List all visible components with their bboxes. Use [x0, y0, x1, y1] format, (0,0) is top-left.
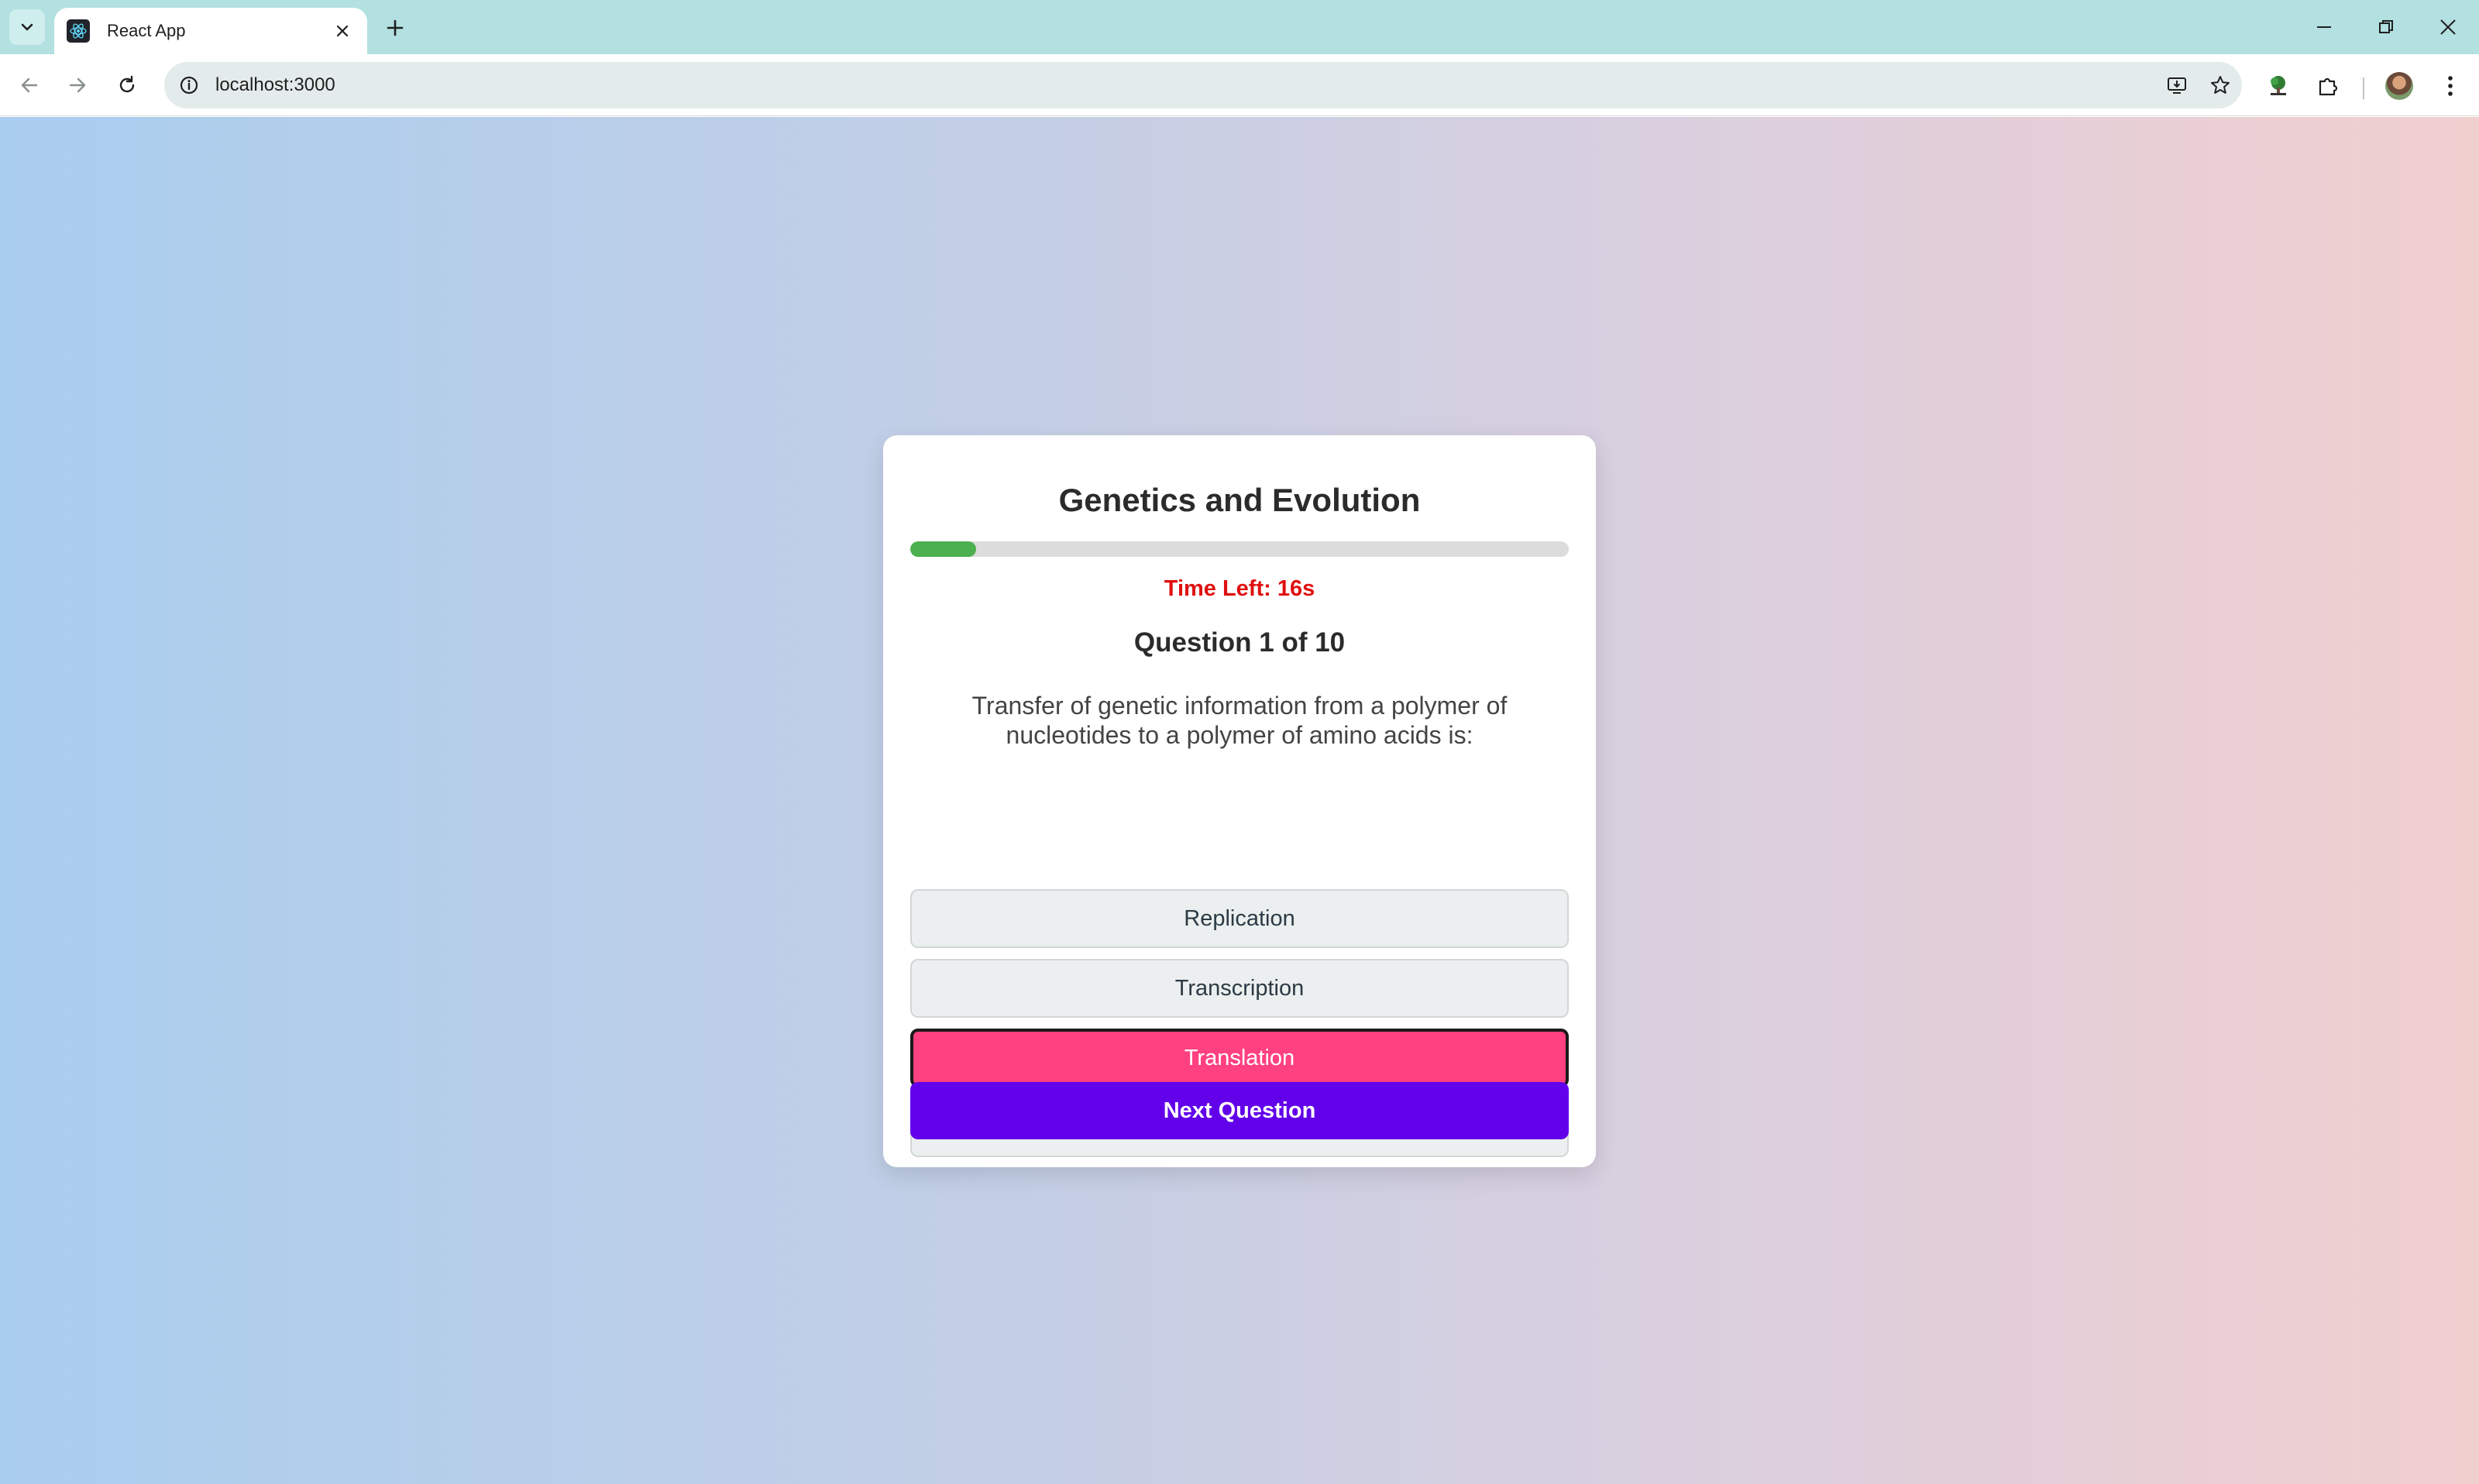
next-question-button[interactable]: Next Question [910, 1082, 1569, 1139]
question-text: Transfer of genetic information from a p… [971, 692, 1508, 749]
address-bar[interactable]: localhost:3000 [164, 62, 2242, 108]
close-window-button[interactable] [2425, 8, 2471, 46]
progress-fill [910, 541, 976, 557]
question-counter: Question 1 of 10 [1133, 627, 1346, 658]
tab-title: React App [107, 21, 186, 40]
star-icon [2211, 76, 2230, 94]
minimize-button[interactable] [2301, 8, 2347, 46]
minimize-icon [2317, 26, 2331, 28]
tab-strip: React App [0, 0, 2479, 54]
arrow-right-icon [69, 77, 86, 93]
react-logo-icon [67, 19, 90, 43]
browser-menu-button[interactable] [2433, 68, 2468, 104]
tab-search-button[interactable] [9, 9, 45, 45]
kebab-menu-icon [2448, 76, 2453, 96]
avatar [2385, 72, 2413, 100]
tab-close-button[interactable] [330, 19, 355, 43]
browser-tab[interactable]: React App [54, 8, 367, 54]
tree-icon [2271, 76, 2286, 95]
restore-button[interactable] [2363, 8, 2409, 46]
reload-icon [119, 75, 135, 93]
forward-button[interactable] [60, 68, 95, 102]
page-viewport: Genetics and Evolution Time Left: 16s Qu… [0, 117, 2479, 1484]
install-app-button[interactable] [2155, 64, 2199, 107]
answer-option-replication[interactable]: Replication [910, 889, 1569, 948]
quiz-title: Genetics and Evolution [1058, 482, 1421, 518]
install-icon [2168, 77, 2186, 94]
info-icon [180, 76, 198, 94]
toolbar-separator [2363, 77, 2364, 99]
close-icon [2440, 19, 2456, 35]
quiz-card: Genetics and Evolution Time Left: 16s Qu… [883, 435, 1596, 1167]
restore-icon [2379, 20, 2393, 33]
chevron-down-icon [21, 23, 33, 31]
extensions-button[interactable] [2310, 68, 2346, 104]
back-button[interactable] [12, 68, 46, 102]
timer-text: Time Left: 16s [1164, 576, 1315, 601]
url-text[interactable]: localhost:3000 [215, 74, 2155, 96]
answer-option-translation[interactable]: Translation [910, 1029, 1569, 1087]
new-tab-button[interactable] [380, 12, 411, 43]
reload-button[interactable] [110, 68, 144, 102]
puzzle-icon [2319, 77, 2338, 96]
bookmark-button[interactable] [2199, 64, 2242, 107]
extension-button[interactable] [2261, 68, 2296, 104]
profile-button[interactable] [2381, 68, 2417, 104]
arrow-left-icon [21, 77, 38, 93]
close-icon [336, 25, 349, 37]
answer-option-transcription[interactable]: Transcription [910, 959, 1569, 1018]
progress-bar [910, 541, 1569, 557]
plus-icon [387, 19, 404, 36]
site-info-button[interactable] [167, 62, 211, 108]
browser-toolbar: localhost:3000 [0, 54, 2479, 116]
